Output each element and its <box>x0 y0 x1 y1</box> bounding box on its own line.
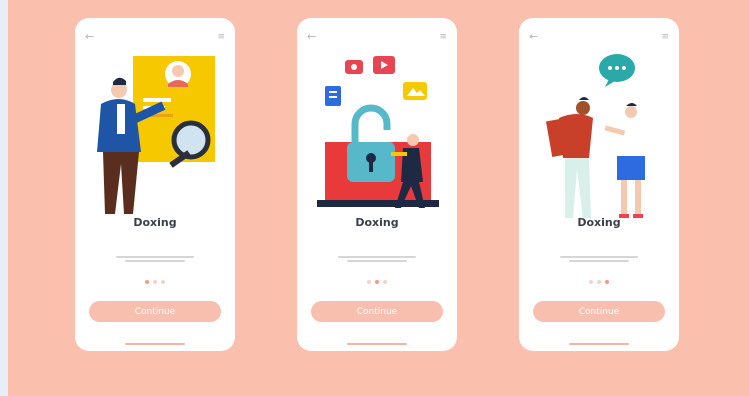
onboarding-screen-2: ← ≡ Doxing Continue <box>297 18 457 351</box>
page-dot-1[interactable] <box>589 280 593 284</box>
continue-button[interactable]: Continue <box>311 301 443 322</box>
onboarding-canvas: ← ≡ Doxing Continue ← ≡ Doxing Continue … <box>8 0 749 396</box>
page-dot-3[interactable] <box>161 280 165 284</box>
screen-title: Doxing <box>355 216 399 229</box>
description-placeholder <box>337 254 417 264</box>
screen-title: Doxing <box>133 216 177 229</box>
home-indicator <box>125 343 185 345</box>
menu-icon[interactable]: ≡ <box>661 30 669 44</box>
top-nav: ← ≡ <box>85 30 225 44</box>
description-placeholder <box>559 254 639 264</box>
page-dot-2[interactable] <box>375 280 379 284</box>
page-dot-2[interactable] <box>153 280 157 284</box>
page-indicator <box>75 280 235 284</box>
page-indicator <box>519 280 679 284</box>
screen-title: Doxing <box>577 216 621 229</box>
hacker-laptop-illustration <box>317 56 439 208</box>
conversation-illustration <box>545 54 645 218</box>
menu-icon[interactable]: ≡ <box>217 30 225 44</box>
page-dot-3[interactable] <box>383 280 387 284</box>
description-placeholder <box>115 254 195 264</box>
top-nav: ← ≡ <box>307 30 447 44</box>
home-indicator <box>347 343 407 345</box>
page-dot-1[interactable] <box>367 280 371 284</box>
detective-illustration <box>97 56 215 214</box>
back-arrow-icon[interactable]: ← <box>85 30 94 44</box>
home-indicator <box>569 343 629 345</box>
page-indicator <box>297 280 457 284</box>
continue-button[interactable]: Continue <box>533 301 665 322</box>
back-arrow-icon[interactable]: ← <box>529 30 538 44</box>
onboarding-screen-1: ← ≡ Doxing Continue <box>75 18 235 351</box>
continue-button[interactable]: Continue <box>89 301 221 322</box>
onboarding-screen-3: ← ≡ Doxing Continue <box>519 18 679 351</box>
menu-icon[interactable]: ≡ <box>439 30 447 44</box>
top-nav: ← ≡ <box>529 30 669 44</box>
page-dot-1[interactable] <box>145 280 149 284</box>
back-arrow-icon[interactable]: ← <box>307 30 316 44</box>
page-dot-3[interactable] <box>605 280 609 284</box>
page-dot-2[interactable] <box>597 280 601 284</box>
